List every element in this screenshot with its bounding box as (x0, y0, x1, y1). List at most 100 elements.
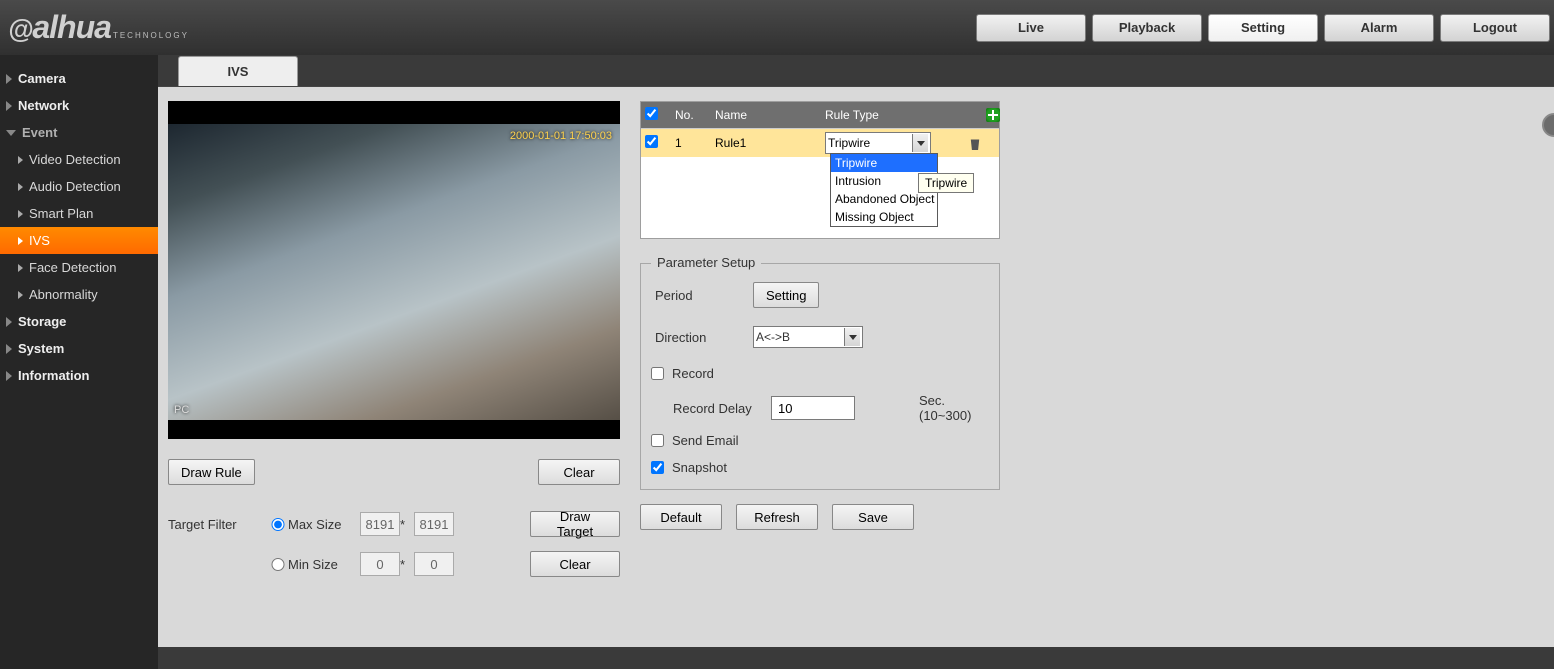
sidebar-item-video-detection[interactable]: Video Detection (0, 146, 158, 173)
video-preview: 2000-01-01 17:50:03 PC (168, 101, 620, 439)
default-button[interactable]: Default (640, 504, 722, 530)
video-column: 2000-01-01 17:50:03 PC Draw Rule Clear T… (168, 101, 620, 577)
min-size-label: Min Size (288, 557, 360, 572)
period-setting-button[interactable]: Setting (753, 282, 819, 308)
caret-right-icon (6, 74, 12, 84)
nav-playback-button[interactable]: Playback (1092, 14, 1202, 42)
sidebar-group-information[interactable]: Information (0, 362, 158, 389)
delete-rule-icon[interactable] (968, 136, 982, 150)
top-bar: @alhua TECHNOLOGY Live Playback Setting … (0, 0, 1554, 55)
brand-logo: @alhua TECHNOLOGY (8, 9, 189, 46)
sidebar-group-camera[interactable]: Camera (0, 65, 158, 92)
dropdown-option-tripwire[interactable]: Tripwire (831, 154, 937, 172)
clear-target-button[interactable]: Clear (530, 551, 620, 577)
chevron-down-icon[interactable] (844, 328, 860, 346)
record-delay-input[interactable] (771, 396, 855, 420)
draw-target-button[interactable]: Draw Target (530, 511, 620, 537)
rule-row[interactable]: 1 Rule1 Tripwire (641, 129, 999, 157)
sidebar: Camera Network Event Video Detection Aud… (0, 55, 158, 669)
max-height-input[interactable] (414, 512, 454, 536)
send-email-checkbox[interactable] (651, 434, 664, 447)
video-timestamp: 2000-01-01 17:50:03 (510, 130, 612, 142)
action-row: Default Refresh Save (640, 504, 1000, 530)
parameter-setup-legend: Parameter Setup (651, 255, 761, 270)
max-size-radio[interactable] (268, 518, 288, 531)
sidebar-item-audio-detection[interactable]: Audio Detection (0, 173, 158, 200)
chevron-right-icon (18, 237, 23, 245)
size-multiply-1: * (400, 517, 414, 532)
max-size-label: Max Size (288, 517, 360, 532)
sidebar-item-smart-plan[interactable]: Smart Plan (0, 200, 158, 227)
brand-sub: TECHNOLOGY (113, 31, 189, 40)
nav-setting-button[interactable]: Setting (1208, 14, 1318, 42)
tab-ivs[interactable]: IVS (178, 56, 298, 86)
nav-alarm-button[interactable]: Alarm (1324, 14, 1434, 42)
target-filter-label: Target Filter (168, 517, 268, 532)
direction-label: Direction (655, 330, 745, 345)
sidebar-item-ivs[interactable]: IVS (0, 227, 158, 254)
direction-value: A<->B (756, 330, 790, 344)
chevron-right-icon (18, 210, 23, 218)
refresh-button[interactable]: Refresh (736, 504, 818, 530)
col-type: Rule Type (821, 108, 961, 122)
rule-column: No. Name Rule Type 1 Rule1 (640, 101, 1000, 530)
chevron-down-icon[interactable] (912, 134, 928, 152)
rule-row-checkbox[interactable] (645, 135, 658, 148)
sidebar-item-abnormality[interactable]: Abnormality (0, 281, 158, 308)
sidebar-group-system[interactable]: System (0, 335, 158, 362)
snapshot-label: Snapshot (672, 460, 727, 475)
dropdown-option-missing[interactable]: Missing Object (831, 208, 937, 226)
parameter-setup-fieldset: Parameter Setup Period Setting Direction… (640, 263, 1000, 490)
nav-live-button[interactable]: Live (976, 14, 1086, 42)
rule-table: No. Name Rule Type 1 Rule1 (640, 101, 1000, 239)
rule-row-no: 1 (671, 136, 711, 150)
draw-rule-button[interactable]: Draw Rule (168, 459, 255, 485)
col-name: Name (711, 108, 821, 122)
snapshot-checkbox[interactable] (651, 461, 664, 474)
caret-down-icon (6, 130, 16, 136)
rule-table-header: No. Name Rule Type (641, 102, 999, 128)
main-area: IVS 2000-01-01 17:50:03 PC Draw Rule Cle… (158, 55, 1554, 669)
min-width-input[interactable] (360, 552, 400, 576)
record-delay-label: Record Delay (673, 401, 763, 416)
sidebar-item-face-detection[interactable]: Face Detection (0, 254, 158, 281)
caret-right-icon (6, 371, 12, 381)
chevron-right-icon (18, 264, 23, 272)
min-size-radio[interactable] (268, 558, 288, 571)
rule-type-combo[interactable]: Tripwire (825, 132, 931, 154)
chevron-right-icon (18, 291, 23, 299)
settings-panel: 2000-01-01 17:50:03 PC Draw Rule Clear T… (158, 87, 1554, 647)
rule-row-name[interactable]: Rule1 (711, 136, 821, 150)
add-rule-icon[interactable] (986, 108, 1000, 122)
sidebar-group-storage[interactable]: Storage (0, 308, 158, 335)
max-width-input[interactable] (360, 512, 400, 536)
top-nav: Live Playback Setting Alarm Logout (976, 14, 1554, 42)
min-height-input[interactable] (414, 552, 454, 576)
col-no: No. (671, 108, 711, 122)
direction-combo[interactable]: A<->B (753, 326, 863, 348)
period-label: Period (655, 288, 745, 303)
size-multiply-2: * (400, 557, 414, 572)
caret-right-icon (6, 101, 12, 111)
clear-rule-button[interactable]: Clear (538, 459, 620, 485)
tooltip: Tripwire (918, 173, 974, 193)
record-label: Record (672, 366, 714, 381)
caret-right-icon (6, 344, 12, 354)
caret-right-icon (6, 317, 12, 327)
send-email-label: Send Email (672, 433, 738, 448)
brand-at-icon: @ (8, 14, 32, 45)
chevron-right-icon (18, 183, 23, 191)
video-corner-label: PC (174, 404, 189, 416)
chevron-right-icon (18, 156, 23, 164)
select-all-checkbox[interactable] (645, 107, 658, 120)
nav-logout-button[interactable]: Logout (1440, 14, 1550, 42)
save-button[interactable]: Save (832, 504, 914, 530)
rule-type-value: Tripwire (828, 136, 870, 150)
record-checkbox[interactable] (651, 367, 664, 380)
brand-name: alhua (32, 9, 111, 46)
video-frame[interactable]: 2000-01-01 17:50:03 PC (168, 124, 620, 420)
record-delay-hint: Sec. (10~300) (919, 393, 985, 423)
sidebar-group-event[interactable]: Event (0, 119, 158, 146)
tab-strip: IVS (158, 55, 1554, 87)
sidebar-group-network[interactable]: Network (0, 92, 158, 119)
